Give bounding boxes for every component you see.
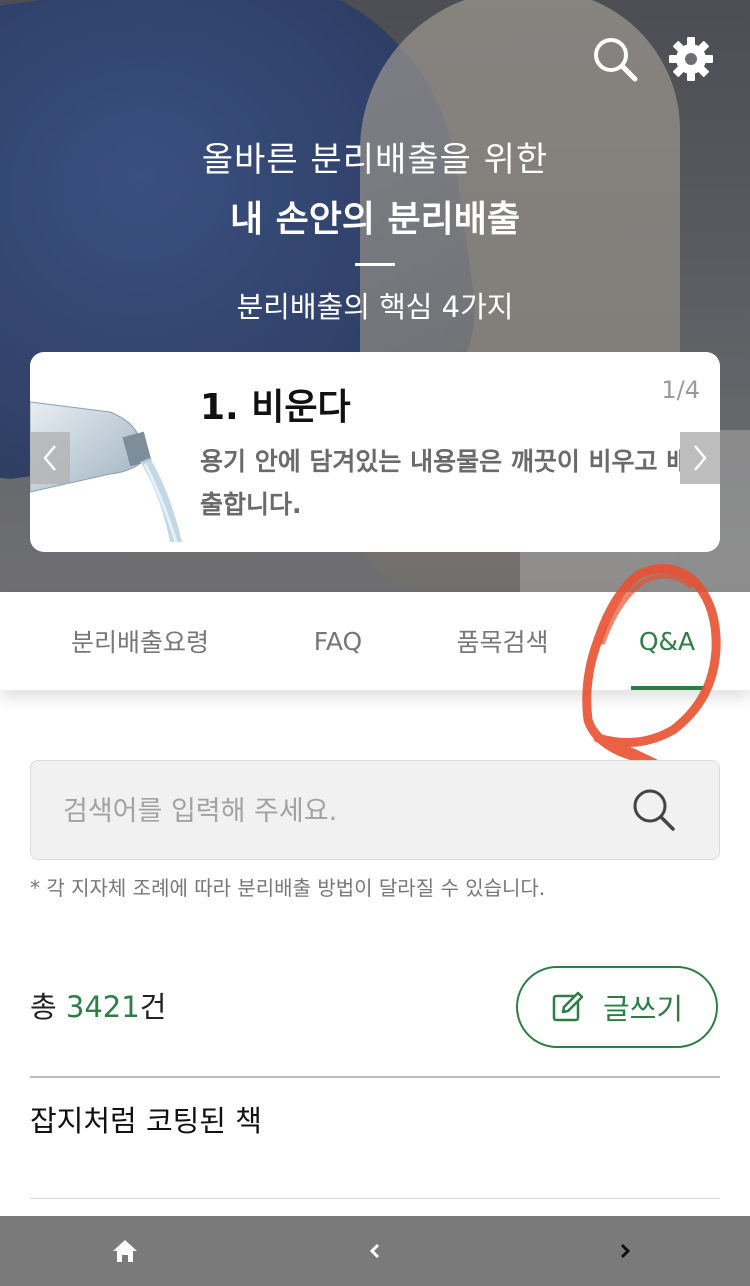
bottom-nav-bar (0, 1216, 750, 1286)
home-button[interactable] (95, 1216, 155, 1286)
chevron-left-icon (43, 445, 56, 471)
list-top-divider (30, 1076, 720, 1078)
search-button[interactable] (629, 785, 679, 835)
edit-icon (552, 991, 584, 1022)
carousel-next-button[interactable] (680, 432, 720, 484)
write-button[interactable]: 글쓰기 (516, 966, 718, 1048)
list-divider (30, 1198, 720, 1199)
write-button-label: 글쓰기 (602, 992, 684, 1026)
chevron-left-icon (369, 1243, 380, 1259)
list-item[interactable]: 잡지처럼 코팅된 책 (30, 1098, 720, 1140)
back-button[interactable] (345, 1216, 405, 1286)
search-box (30, 760, 720, 861)
card-title: 1. 비운다 (200, 387, 351, 428)
annotation-scribble (582, 564, 721, 790)
hero-title: 내 손안의 분리배출 (229, 199, 521, 240)
card-page-indicator: 1/4 (661, 376, 700, 404)
tip-card: 1. 비운다 1/4 용기 안에 담겨있는 내용물은 깨끗이 비우고 배출합니다… (30, 352, 720, 552)
forward-button[interactable] (595, 1216, 655, 1286)
gear-icon[interactable] (666, 34, 716, 84)
tab-faq[interactable]: FAQ (258, 592, 418, 690)
chevron-right-icon (694, 445, 707, 471)
hero-subtitle: 올바른 분리배출을 위한 (201, 140, 549, 180)
total-count-number: 3421 (65, 990, 140, 1024)
tab-item-search[interactable]: 품목검색 (420, 592, 585, 690)
core-heading: 분리배출의 핵심 4가지 (236, 290, 514, 324)
home-icon (113, 1240, 137, 1262)
search-icon (633, 789, 675, 831)
divider (355, 263, 395, 266)
search-icon[interactable] (590, 34, 640, 84)
carousel-prev-button[interactable] (30, 432, 70, 484)
notice-text: * 각 지자체 조례에 따라 분리배출 방법이 달라질 수 있습니다. (30, 876, 546, 900)
search-input[interactable] (61, 761, 625, 861)
tab-guide[interactable]: 분리배출요령 (20, 592, 260, 690)
total-count: 총 3421건 (30, 990, 167, 1024)
chevron-right-icon (620, 1243, 631, 1259)
card-description: 용기 안에 담겨있는 내용물은 깨끗이 비우고 배출합니다. (200, 447, 690, 519)
